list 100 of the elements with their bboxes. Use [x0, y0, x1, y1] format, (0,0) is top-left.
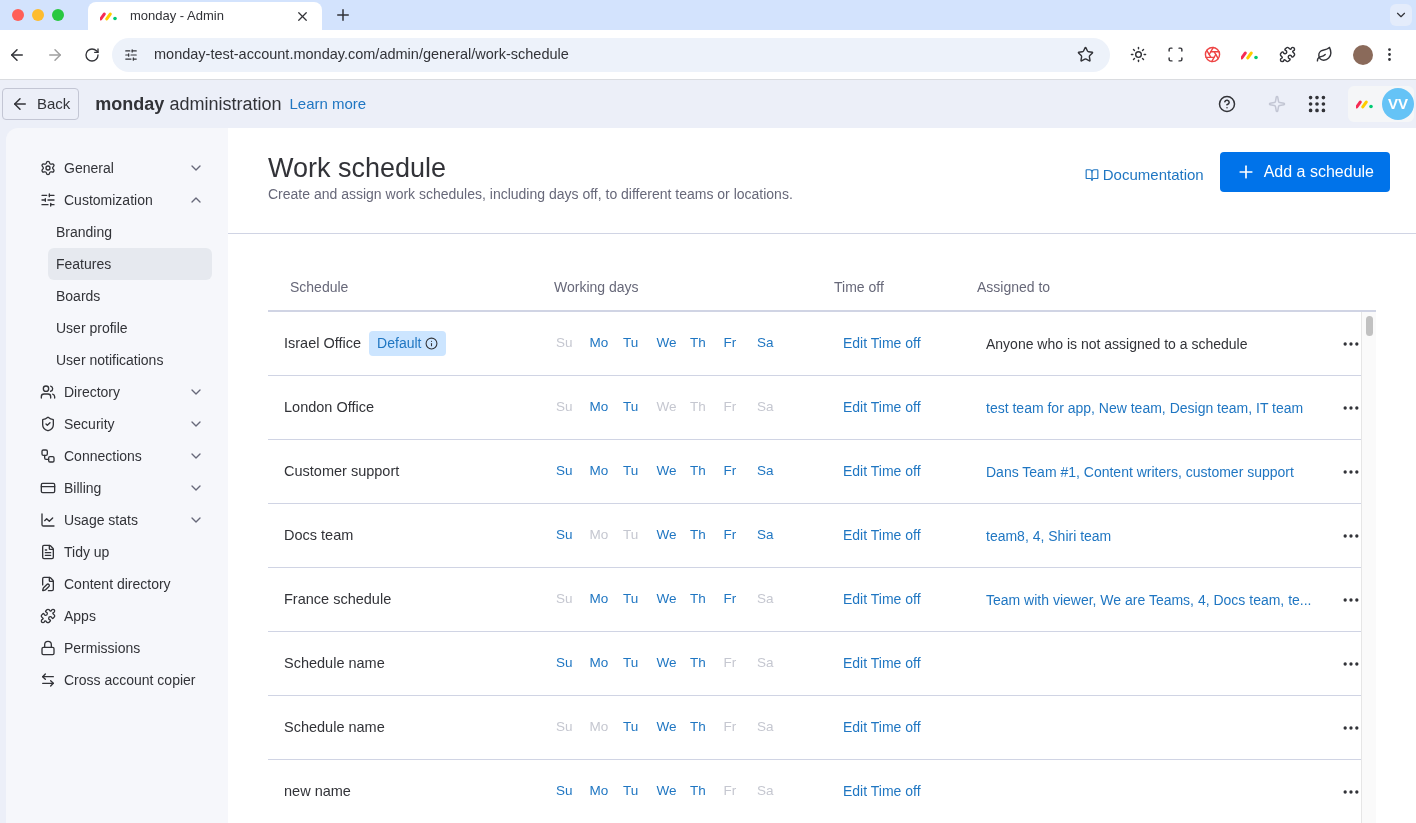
puzzle-icon[interactable] [1279, 46, 1296, 63]
apps-grid-icon[interactable] [1306, 93, 1328, 115]
card-icon [40, 480, 56, 496]
leaf-icon[interactable] [1316, 46, 1333, 63]
screen-capture-icon[interactable] [1167, 46, 1184, 63]
weekday-label: Th [690, 590, 707, 609]
weekday-label: Tu [623, 590, 640, 609]
weekday-label: Su [556, 718, 574, 737]
weekday-label: Su [556, 462, 574, 481]
schedule-name: Schedule name [284, 717, 385, 737]
sidebar-item[interactable]: Boards [48, 280, 212, 312]
sidebar-item[interactable]: Branding [48, 216, 212, 248]
sun-icon[interactable] [1130, 46, 1147, 63]
sidebar-item[interactable]: Cross account copier [32, 664, 212, 696]
back-button[interactable]: Back [2, 88, 80, 120]
edit-time-off-link[interactable]: Edit Time off [834, 525, 977, 546]
weekday-label: Sa [757, 398, 775, 417]
sidebar-item[interactable]: Apps [32, 600, 212, 632]
shield-icon [40, 416, 56, 432]
weekday-label: Th [690, 526, 707, 545]
sidebar-item[interactable]: General [32, 152, 212, 184]
edit-time-off-link[interactable]: Edit Time off [834, 333, 977, 354]
puzzle-icon [40, 608, 56, 624]
schedule-name: Israel Office [284, 333, 362, 353]
documentation-link[interactable]: Documentation [1084, 164, 1204, 187]
schedule-name: France schedule [284, 589, 392, 609]
edit-time-off-link[interactable]: Edit Time off [834, 397, 977, 418]
sidebar-item[interactable]: Customization [32, 184, 212, 216]
weekday-label: Tu [623, 654, 640, 673]
weekday-label: Th [690, 398, 707, 417]
edit-time-off-link[interactable]: Edit Time off [834, 589, 977, 610]
edit-time-off-link[interactable]: Edit Time off [834, 653, 977, 674]
help-icon[interactable] [1218, 95, 1236, 113]
weekday-label: Tu [623, 462, 640, 481]
new-tab-icon[interactable] [334, 6, 352, 24]
document-icon [40, 544, 56, 560]
weekday-label: Mo [589, 654, 610, 673]
assigned-teams-link[interactable]: test team for app, New team, Design team, IT team [986, 399, 1304, 416]
schedule-name: new name [284, 781, 351, 801]
extension-logo-icon [1241, 49, 1259, 60]
assigned-teams-link[interactable]: Dans Team #1, Content writers, customer support [986, 463, 1294, 480]
weekday-label: We [656, 526, 678, 545]
weekday-label: Fr [723, 526, 738, 545]
weekday-label: Mo [589, 590, 610, 609]
reload-icon[interactable] [84, 46, 100, 63]
sidebar-item[interactable]: User notifications [48, 344, 212, 376]
weekday-label: Mo [589, 526, 610, 545]
sidebar-item[interactable]: Connections [32, 440, 212, 472]
page-subtitle: Create and assign work schedules, including days off, to different teams or locations. [268, 185, 794, 204]
default-badge: Default [369, 331, 447, 356]
weekday-label: We [656, 462, 678, 481]
sidebar-item[interactable]: Usage stats [32, 504, 212, 536]
weekday-label: Tu [623, 398, 640, 417]
lock-icon [40, 640, 56, 656]
edit-time-off-link[interactable]: Edit Time off [834, 461, 977, 482]
weekday-label: Th [690, 782, 707, 801]
sidebar-item[interactable]: Security [32, 408, 212, 440]
add-schedule-button[interactable]: Add a schedule [1219, 152, 1390, 192]
bookmark-star-icon[interactable] [1077, 46, 1094, 63]
sidebar-item[interactable]: Directory [32, 376, 212, 408]
aperture-icon[interactable] [1204, 46, 1221, 63]
assigned-teams-link[interactable]: Team with viewer, We are Teams, 4, Docs team, te... [986, 591, 1312, 608]
sidebar-item[interactable]: Features [48, 248, 212, 280]
page-title: Work schedule [268, 152, 448, 184]
scrollbar[interactable] [1361, 312, 1376, 823]
assigned-teams-link[interactable]: team8, 4, Shiri team [986, 527, 1112, 544]
profile-avatar[interactable] [1353, 44, 1373, 65]
browser-tab[interactable]: monday - Admin [88, 2, 322, 30]
address-bar[interactable]: monday-test-account.monday.com/admin/general/work-schedule [112, 37, 1110, 72]
schedule-name: Schedule name [284, 653, 385, 673]
weekday-label: Sa [757, 334, 775, 353]
sidebar-item[interactable]: Billing [32, 472, 212, 504]
weekday-label: Mo [589, 782, 610, 801]
weekday-label: We [656, 398, 678, 417]
weekday-label: We [656, 654, 678, 673]
weekday-label: Fr [723, 334, 738, 353]
weekday-label: Su [556, 398, 574, 417]
weekday-label: Su [556, 590, 574, 609]
sidebar-item[interactable]: Permissions [32, 632, 212, 664]
weekday-label: Sa [757, 654, 775, 673]
edit-time-off-link[interactable]: Edit Time off [834, 717, 977, 738]
weekday-label: Fr [723, 590, 738, 609]
weekday-label: Tu [623, 782, 640, 801]
sidebar-item[interactable]: Content directory [32, 568, 212, 600]
gear-icon [40, 160, 56, 176]
column-header: Working days [554, 277, 640, 297]
weekday-label: Su [556, 334, 574, 353]
book-icon [1084, 168, 1099, 183]
people-icon [40, 384, 56, 400]
weekday-label: Th [690, 718, 707, 737]
schedule-name: Customer support [284, 461, 400, 481]
site-settings-icon[interactable] [124, 47, 138, 62]
weekday-label: We [656, 334, 678, 353]
sidebar-item[interactable]: Tidy up [32, 536, 212, 568]
edit-time-off-link[interactable]: Edit Time off [834, 781, 977, 802]
sidebar-item[interactable]: User profile [48, 312, 212, 344]
weekday-label: Fr [723, 654, 738, 673]
learn-more-link[interactable]: Learn more [289, 92, 367, 116]
arrows-icon [40, 672, 56, 688]
monday-logo-icon [1356, 99, 1374, 109]
